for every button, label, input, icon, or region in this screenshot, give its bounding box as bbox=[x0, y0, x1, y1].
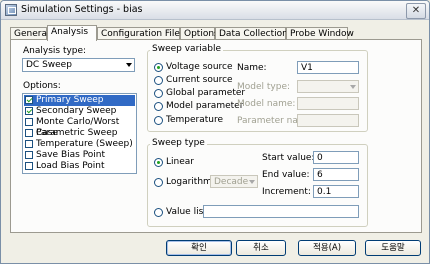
radio-global-parameter[interactable] bbox=[154, 89, 163, 98]
apply-button[interactable]: 적용(A) bbox=[298, 240, 356, 256]
checkbox-icon[interactable] bbox=[25, 118, 33, 126]
analysis-type-value: DC Sweep bbox=[26, 60, 72, 70]
ok-button[interactable]: 확인 bbox=[166, 240, 232, 256]
close-button[interactable]: ✕ bbox=[406, 3, 426, 19]
option-parametric-sweep[interactable]: Parametric Sweep bbox=[24, 128, 135, 139]
checkbox-icon[interactable] bbox=[25, 151, 33, 159]
checkbox-icon[interactable] bbox=[25, 129, 33, 137]
parameter-name-input[interactable] bbox=[297, 114, 359, 127]
start-value-label: Start value: bbox=[262, 153, 315, 163]
cancel-button[interactable]: 취소 bbox=[236, 240, 286, 256]
radio-temperature[interactable] bbox=[154, 116, 163, 125]
value-list-label[interactable]: Value list bbox=[166, 207, 207, 217]
current-source-label[interactable]: Current source bbox=[166, 75, 233, 85]
radio-logarithmic[interactable] bbox=[154, 178, 163, 187]
increment-input[interactable]: 0.1 bbox=[313, 185, 359, 198]
radio-model-parameter[interactable] bbox=[154, 102, 163, 111]
tab-analysis[interactable]: Analysis bbox=[47, 25, 97, 41]
end-value-input[interactable]: 6 bbox=[313, 168, 359, 181]
increment-value: 0.1 bbox=[317, 187, 332, 197]
option-temperature-sweep[interactable]: Temperature (Sweep) bbox=[24, 139, 135, 150]
app-icon bbox=[5, 4, 17, 16]
radio-linear[interactable] bbox=[154, 158, 163, 167]
option-load-bias-point[interactable]: Load Bias Point bbox=[24, 161, 135, 172]
checkbox-checked-icon[interactable] bbox=[25, 107, 33, 115]
sweep-type-title: Sweep type bbox=[150, 138, 207, 148]
model-name-label: Model name: bbox=[237, 99, 296, 109]
title-bar[interactable]: Simulation Settings - bias ✕ bbox=[1, 1, 429, 20]
voltage-source-label[interactable]: Voltage source bbox=[166, 62, 233, 72]
linear-label[interactable]: Linear bbox=[166, 157, 194, 167]
radio-current-source[interactable] bbox=[154, 76, 163, 85]
checkbox-icon[interactable] bbox=[25, 140, 33, 148]
end-value-label: End value: bbox=[262, 170, 310, 180]
options-list[interactable]: Primary Sweep Secondary Sweep Monte Carl… bbox=[22, 93, 137, 174]
model-type-select[interactable] bbox=[297, 80, 359, 93]
analysis-type-label: Analysis type: bbox=[23, 46, 87, 56]
option-monte-carlo[interactable]: Monte Carlo/Worst Case bbox=[24, 117, 135, 138]
option-label: Parametric Sweep bbox=[36, 128, 118, 138]
temperature-label[interactable]: Temperature bbox=[166, 115, 223, 125]
option-label: Primary Sweep bbox=[36, 95, 104, 105]
option-secondary-sweep[interactable]: Secondary Sweep bbox=[24, 106, 135, 117]
value-list-input[interactable] bbox=[203, 205, 359, 218]
log-scale-select[interactable]: Decade bbox=[210, 175, 258, 188]
options-label: Options: bbox=[23, 81, 61, 91]
chevron-down-icon bbox=[249, 180, 255, 184]
radio-voltage-source[interactable] bbox=[154, 63, 163, 72]
chevron-down-icon bbox=[350, 85, 356, 89]
checkbox-icon[interactable] bbox=[25, 162, 33, 170]
log-scale-value: Decade bbox=[214, 177, 249, 187]
global-parameter-label[interactable]: Global parameter bbox=[166, 88, 245, 98]
sweep-variable-title: Sweep variable bbox=[150, 44, 224, 54]
end-value: 6 bbox=[317, 170, 323, 180]
name-label: Name: bbox=[237, 63, 267, 73]
increment-label: Increment: bbox=[262, 187, 311, 197]
window-title: Simulation Settings - bias bbox=[21, 4, 143, 15]
model-parameter-label[interactable]: Model parameter bbox=[166, 101, 243, 111]
option-label: Secondary Sweep bbox=[36, 106, 117, 116]
model-type-label: Model type: bbox=[237, 82, 291, 92]
model-name-input[interactable] bbox=[297, 97, 359, 110]
name-input[interactable]: V1 bbox=[297, 61, 359, 74]
checkbox-checked-icon[interactable] bbox=[25, 96, 33, 104]
name-value: V1 bbox=[301, 63, 313, 73]
option-save-bias-point[interactable]: Save Bias Point bbox=[24, 150, 135, 161]
start-value-input[interactable]: 0 bbox=[313, 151, 359, 164]
start-value: 0 bbox=[317, 153, 323, 163]
chevron-down-icon bbox=[126, 63, 132, 67]
option-label: Save Bias Point bbox=[36, 150, 106, 160]
simulation-settings-window: Simulation Settings - bias ✕ General Ana… bbox=[0, 0, 430, 264]
radio-value-list[interactable] bbox=[154, 208, 163, 217]
option-label: Temperature (Sweep) bbox=[36, 139, 133, 149]
option-primary-sweep[interactable]: Primary Sweep bbox=[24, 95, 135, 106]
analysis-type-select[interactable]: DC Sweep bbox=[22, 58, 135, 72]
option-label: Load Bias Point bbox=[36, 161, 105, 171]
help-button[interactable]: 도움말 bbox=[365, 240, 421, 256]
